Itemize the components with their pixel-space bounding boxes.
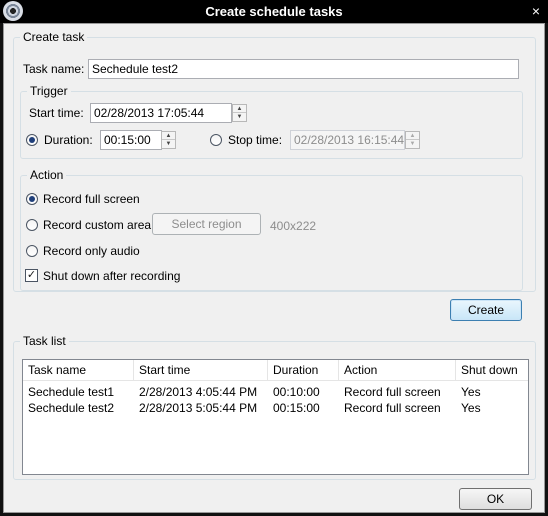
task-name-label: Task name: — [23, 62, 85, 76]
cell-action: Record full screen — [344, 401, 441, 415]
record-only-audio-radio[interactable] — [26, 245, 38, 257]
task-name-input[interactable]: Sechedule test2 — [88, 59, 519, 79]
close-icon[interactable]: × — [532, 3, 540, 19]
start-time-spinner[interactable]: ▲ ▼ — [232, 104, 247, 122]
task-list-group: Task list Task name Start time Duration … — [13, 334, 536, 480]
arrow-up-icon[interactable]: ▲ — [233, 105, 246, 113]
arrow-down-icon[interactable]: ▼ — [233, 113, 246, 121]
dialog-window: Create schedule tasks × Create task Task… — [0, 0, 548, 516]
start-time-label: Start time: — [29, 106, 84, 120]
shutdown-checkbox[interactable]: ✓ — [25, 269, 38, 282]
cell-task-name: Sechedule test1 — [28, 385, 115, 399]
task-list-label: Task list — [20, 334, 69, 348]
select-region-button: Select region — [152, 213, 261, 235]
duration-radio[interactable] — [26, 134, 38, 146]
window-title: Create schedule tasks — [205, 4, 343, 19]
arrow-down-icon: ▼ — [409, 141, 416, 147]
cell-duration: 00:10:00 — [273, 385, 320, 399]
cell-task-name: Sechedule test2 — [28, 401, 115, 415]
cell-shut-down: Yes — [461, 401, 481, 415]
arrow-up-icon[interactable]: ▲ — [162, 132, 175, 140]
cell-action: Record full screen — [344, 385, 441, 399]
column-header-duration[interactable]: Duration — [268, 360, 339, 381]
action-label: Action — [27, 168, 67, 182]
region-size-label: 400x222 — [270, 219, 317, 233]
arrow-down-icon[interactable]: ▼ — [162, 140, 175, 148]
create-task-label: Create task — [20, 30, 88, 44]
record-full-screen-radio[interactable] — [26, 193, 38, 205]
duration-spinner[interactable]: ▲ ▼ — [161, 131, 176, 149]
column-header-task-name[interactable]: Task name — [23, 360, 134, 381]
record-only-audio-label: Record only audio — [43, 244, 140, 258]
cell-start-time: 2/28/2013 5:05:44 PM — [139, 401, 258, 415]
column-header-action[interactable]: Action — [339, 360, 456, 381]
create-task-group: Create task Task name: Sechedule test2 T… — [13, 30, 536, 292]
shutdown-label: Shut down after recording — [43, 269, 181, 283]
stop-time-spinner: ▲ ▼ — [405, 131, 420, 149]
record-full-screen-label: Record full screen — [43, 192, 140, 206]
dialog-body: Create task Task name: Sechedule test2 T… — [3, 23, 545, 513]
table-row[interactable]: Sechedule test2 2/28/2013 5:05:44 PM 00:… — [23, 400, 528, 416]
trigger-group: Trigger Start time: 02/28/2013 17:05:44 … — [20, 84, 523, 159]
task-list-table[interactable]: Task name Start time Duration Action Shu… — [22, 359, 529, 475]
trigger-label: Trigger — [27, 84, 71, 98]
stop-time-radio[interactable] — [210, 134, 222, 146]
start-time-input[interactable]: 02/28/2013 17:05:44 — [90, 103, 232, 123]
column-header-start-time[interactable]: Start time — [134, 360, 268, 381]
title-bar: Create schedule tasks × — [0, 0, 548, 23]
duration-label: Duration: — [44, 133, 93, 147]
column-header-shut-down[interactable]: Shut down — [456, 360, 528, 381]
stop-time-label: Stop time: — [228, 133, 283, 147]
cell-start-time: 2/28/2013 4:05:44 PM — [139, 385, 258, 399]
duration-input[interactable]: 00:15:00 — [100, 130, 162, 150]
record-custom-area-label: Record custom area — [43, 218, 152, 232]
checkmark-icon: ✓ — [26, 269, 37, 281]
cell-duration: 00:15:00 — [273, 401, 320, 415]
action-group: Action Record full screen Record custom … — [20, 168, 523, 291]
create-button[interactable]: Create — [450, 299, 522, 321]
arrow-up-icon: ▲ — [406, 132, 419, 140]
record-custom-area-radio[interactable] — [26, 219, 38, 231]
ok-button[interactable]: OK — [459, 488, 532, 510]
table-header: Task name Start time Duration Action Shu… — [23, 360, 528, 381]
stop-time-input: 02/28/2013 16:15:44 — [290, 130, 405, 150]
table-row[interactable]: Sechedule test1 2/28/2013 4:05:44 PM 00:… — [23, 384, 528, 400]
cell-shut-down: Yes — [461, 385, 481, 399]
